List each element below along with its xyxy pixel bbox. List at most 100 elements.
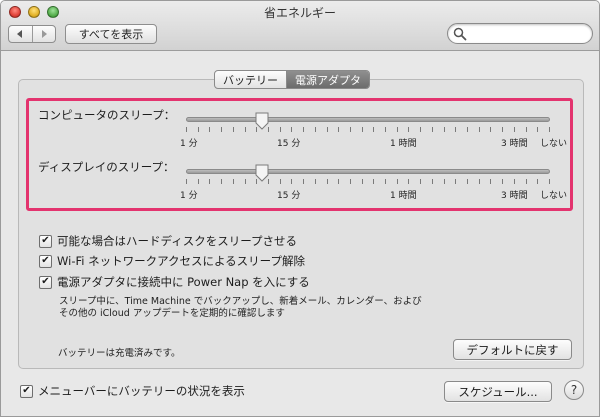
slider-tick	[279, 179, 281, 184]
slider-tick	[267, 127, 269, 132]
slider-tick	[467, 127, 469, 132]
slider-tick	[443, 127, 445, 132]
slider-tick	[361, 127, 363, 132]
toolbar: 省エネルギー すべてを表示	[1, 1, 599, 51]
slider-tick	[256, 179, 258, 184]
slider-tick	[349, 179, 351, 184]
slider-tick	[291, 179, 293, 184]
slider-tick	[221, 179, 223, 184]
slider-tick	[232, 127, 234, 132]
tab-battery[interactable]: バッテリー	[215, 71, 286, 88]
power-nap-checkbox[interactable]: ✔	[39, 275, 52, 289]
slider-tick	[279, 127, 281, 132]
slider-tick	[349, 127, 351, 132]
slider-tick	[291, 127, 293, 132]
display-sleep-slider[interactable]	[186, 169, 550, 174]
window-title: 省エネルギー	[263, 6, 336, 20]
slider-tick	[467, 179, 469, 184]
slider-tick	[420, 127, 422, 132]
slider-tick	[338, 179, 340, 184]
show-all-button[interactable]: すべてを表示	[65, 24, 157, 44]
tab-power-adapter[interactable]: 電源アダプタ	[286, 71, 369, 88]
computer-sleep-label: コンピュータのスリープ：	[38, 108, 176, 122]
slider-tick	[197, 179, 199, 184]
slider-tick	[455, 179, 457, 184]
display-sleep-tick-1hour: 1 時間	[390, 191, 417, 201]
computer-sleep-tick-15min: 15 分	[277, 139, 301, 149]
battery-status-text: バッテリーは充電済みです。	[58, 348, 181, 359]
slider-tick	[525, 179, 527, 184]
slider-tick	[232, 179, 234, 184]
option-disk-sleep[interactable]: ✔ 可能な場合はハードディスクをスリープさせる	[39, 233, 297, 249]
slider-tick	[256, 127, 258, 132]
slider-tick	[209, 127, 211, 132]
slider-tick	[267, 179, 269, 184]
slider-tick	[408, 127, 410, 132]
computer-sleep-slider[interactable]	[186, 117, 550, 122]
slider-tick	[549, 127, 550, 132]
disk-sleep-label: 可能な場合はハードディスクをスリープさせる	[57, 234, 298, 248]
slider-tick	[373, 179, 375, 184]
disk-sleep-checkbox[interactable]: ✔	[39, 234, 52, 248]
slider-tick	[537, 127, 539, 132]
slider-tick	[303, 179, 305, 184]
slider-tick	[490, 127, 492, 132]
slider-tick	[338, 127, 340, 132]
slider-tick	[361, 179, 363, 184]
option-wifi-wake[interactable]: ✔ Wi-Fi ネットワークアクセスによるスリープ解除	[39, 253, 305, 269]
display-sleep-tick-never: しない	[540, 191, 568, 201]
back-forward-control	[8, 25, 56, 43]
computer-sleep-tick-never: しない	[540, 139, 568, 149]
slider-tick	[431, 179, 433, 184]
menu-bar-battery-checkbox[interactable]: ✔	[20, 384, 33, 398]
slider-tick	[455, 127, 457, 132]
slider-tick	[396, 179, 398, 184]
slider-tick	[314, 127, 316, 132]
help-button[interactable]: ?	[564, 380, 584, 400]
slider-tick	[373, 127, 375, 132]
computer-sleep-tick-1min: 1 分	[180, 139, 198, 149]
restore-defaults-button[interactable]: デフォルトに戻す	[453, 339, 572, 360]
option-power-nap[interactable]: ✔ 電源アダプタに接続中に Power Nap を入にする	[39, 274, 310, 290]
search-icon	[453, 27, 467, 41]
schedule-button[interactable]: スケジュール...	[444, 381, 552, 402]
menu-bar-battery-label: メニューバーにバッテリーの状況を表示	[38, 384, 245, 398]
slider-tick	[549, 179, 550, 184]
display-sleep-tick-15min: 15 分	[277, 191, 301, 201]
slider-tick	[513, 179, 515, 184]
slider-tick	[244, 127, 246, 132]
slider-tick	[221, 127, 223, 132]
slider-tick	[326, 127, 328, 132]
slider-tick	[209, 179, 211, 184]
computer-sleep-tick-1hour: 1 時間	[390, 139, 417, 149]
slider-tick	[396, 127, 398, 132]
power-source-tabs: バッテリー 電源アダプタ	[214, 70, 370, 89]
energy-saver-window: 省エネルギー すべてを表示 バッテリー 電源アダプタ コンピュータのスリープ：	[0, 0, 600, 417]
back-arrow-icon	[17, 30, 23, 38]
slider-tick	[525, 127, 527, 132]
slider-tick	[408, 179, 410, 184]
slider-tick	[513, 127, 515, 132]
computer-sleep-tick-3hours: 3 時間	[501, 139, 528, 149]
slider-tick	[537, 179, 539, 184]
back-button[interactable]	[9, 26, 32, 42]
display-sleep-tick-3hours: 3 時間	[501, 191, 528, 201]
forward-arrow-icon	[41, 30, 47, 38]
slider-tick	[502, 127, 504, 132]
computer-sleep-ticks	[186, 127, 550, 133]
slider-tick	[186, 127, 187, 132]
search-input[interactable]	[468, 26, 584, 41]
display-sleep-tick-1min: 1 分	[180, 191, 198, 201]
slider-tick	[385, 179, 387, 184]
search-field[interactable]	[447, 23, 593, 44]
forward-button[interactable]	[31, 26, 56, 42]
display-sleep-label: ディスプレイのスリープ：	[38, 160, 175, 174]
slider-tick	[490, 179, 492, 184]
wifi-wake-checkbox[interactable]: ✔	[39, 254, 52, 268]
slider-tick	[186, 179, 187, 184]
slider-tick	[420, 179, 422, 184]
slider-tick	[244, 179, 246, 184]
slider-tick	[303, 127, 305, 132]
option-menu-bar-battery[interactable]: ✔ メニューバーにバッテリーの状況を表示	[20, 383, 245, 399]
slider-tick	[314, 179, 316, 184]
